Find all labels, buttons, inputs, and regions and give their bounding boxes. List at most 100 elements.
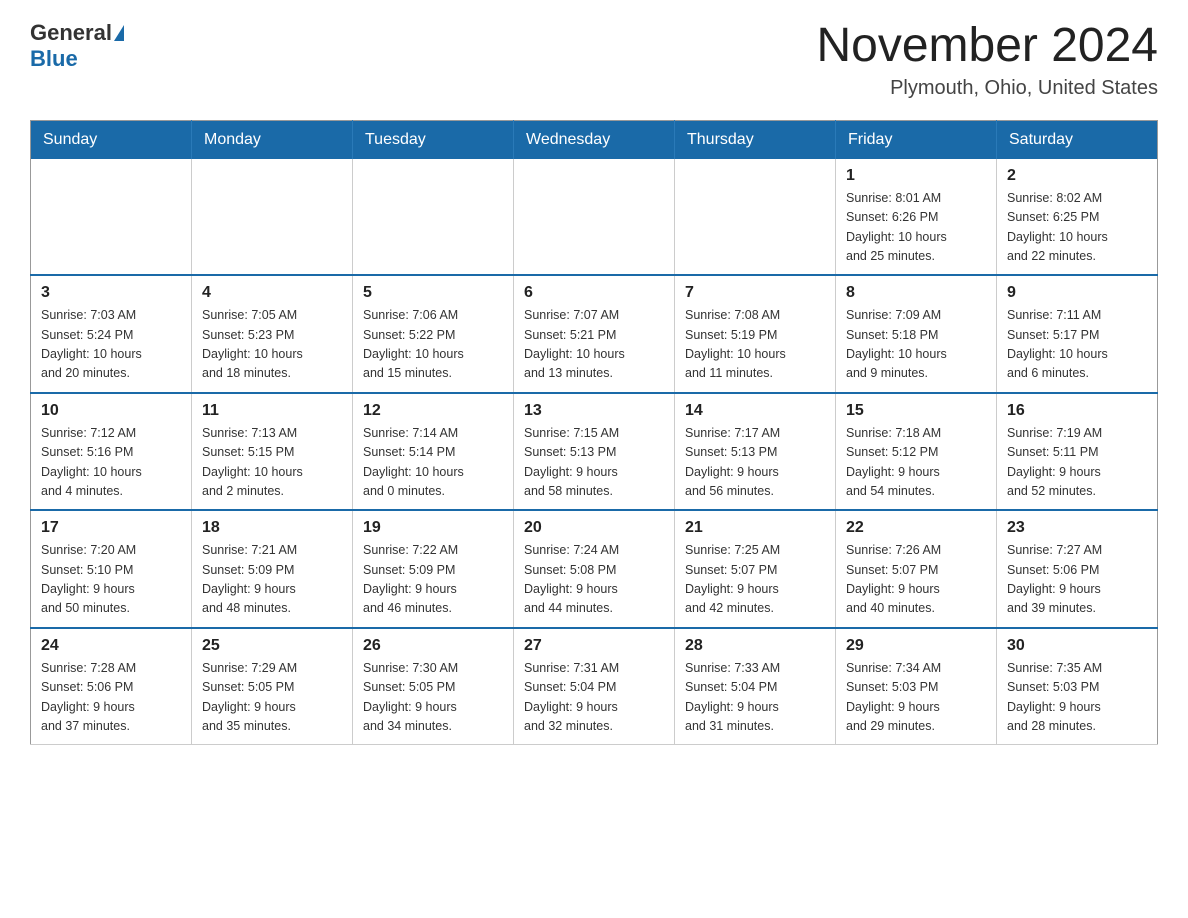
day-info: Sunrise: 8:01 AM Sunset: 6:26 PM Dayligh… (846, 189, 986, 267)
day-number: 1 (846, 167, 986, 185)
logo: General Blue (30, 20, 125, 72)
day-number: 23 (1007, 519, 1147, 537)
calendar-cell: 8 Sunrise: 7:09 AM Sunset: 5:18 PM Daylig… (836, 275, 997, 393)
day-number: 2 (1007, 167, 1147, 185)
weekday-header-monday: Monday (192, 120, 353, 159)
weekday-header-thursday: Thursday (675, 120, 836, 159)
calendar-cell: 24Sunrise: 7:28 AM Sunset: 5:06 PM Dayli… (31, 628, 192, 745)
calendar-cell: 9Sunrise: 7:11 AM Sunset: 5:17 PM Daylig… (997, 275, 1158, 393)
weekday-header-wednesday: Wednesday (514, 120, 675, 159)
calendar-week-row: 3 Sunrise: 7:03 AM Sunset: 5:24 PM Daylig… (31, 275, 1158, 393)
day-info: Sunrise: 7:13 AM Sunset: 5:15 PM Dayligh… (202, 424, 342, 502)
day-info: Sunrise: 7:03 AM Sunset: 5:24 PM Dayligh… (41, 306, 181, 384)
calendar-cell: 6 Sunrise: 7:07 AM Sunset: 5:21 PM Daylig… (514, 275, 675, 393)
day-info: Sunrise: 7:25 AM Sunset: 5:07 PM Dayligh… (685, 541, 825, 619)
calendar-cell: 13 Sunrise: 7:15 AM Sunset: 5:13 PM Dayli… (514, 393, 675, 511)
day-info: Sunrise: 7:31 AM Sunset: 5:04 PM Dayligh… (524, 659, 664, 737)
day-number: 3 (41, 284, 181, 302)
calendar-cell: 16 Sunrise: 7:19 AM Sunset: 5:11 PM Dayli… (997, 393, 1158, 511)
calendar-cell: 23 Sunrise: 7:27 AM Sunset: 5:06 PM Dayli… (997, 510, 1158, 628)
day-number: 12 (363, 402, 503, 420)
day-number: 26 (363, 637, 503, 655)
day-info: Sunrise: 7:22 AM Sunset: 5:09 PM Dayligh… (363, 541, 503, 619)
calendar-cell: 1 Sunrise: 8:01 AM Sunset: 6:26 PM Daylig… (836, 159, 997, 276)
calendar-cell (675, 159, 836, 276)
calendar-cell: 27 Sunrise: 7:31 AM Sunset: 5:04 PM Dayli… (514, 628, 675, 745)
weekday-header-tuesday: Tuesday (353, 120, 514, 159)
day-number: 15 (846, 402, 986, 420)
day-info: Sunrise: 7:21 AM Sunset: 5:09 PM Dayligh… (202, 541, 342, 619)
calendar-cell: 12Sunrise: 7:14 AM Sunset: 5:14 PM Dayli… (353, 393, 514, 511)
day-info: Sunrise: 8:02 AM Sunset: 6:25 PM Dayligh… (1007, 189, 1147, 267)
title-area: November 2024 Plymouth, Ohio, United Sta… (816, 20, 1158, 100)
day-info: Sunrise: 7:27 AM Sunset: 5:06 PM Dayligh… (1007, 541, 1147, 619)
day-info: Sunrise: 7:09 AM Sunset: 5:18 PM Dayligh… (846, 306, 986, 384)
calendar-cell: 30 Sunrise: 7:35 AM Sunset: 5:03 PM Dayli… (997, 628, 1158, 745)
weekday-header-sunday: Sunday (31, 120, 192, 159)
weekday-header-row: SundayMondayTuesdayWednesdayThursdayFrid… (31, 120, 1158, 159)
day-number: 29 (846, 637, 986, 655)
calendar-week-row: 1 Sunrise: 8:01 AM Sunset: 6:26 PM Daylig… (31, 159, 1158, 276)
calendar-cell: 26Sunrise: 7:30 AM Sunset: 5:05 PM Dayli… (353, 628, 514, 745)
day-info: Sunrise: 7:17 AM Sunset: 5:13 PM Dayligh… (685, 424, 825, 502)
calendar-cell: 2 Sunrise: 8:02 AM Sunset: 6:25 PM Daylig… (997, 159, 1158, 276)
calendar-week-row: 24Sunrise: 7:28 AM Sunset: 5:06 PM Dayli… (31, 628, 1158, 745)
calendar-cell: 22Sunrise: 7:26 AM Sunset: 5:07 PM Dayli… (836, 510, 997, 628)
calendar-cell: 10 Sunrise: 7:12 AM Sunset: 5:16 PM Dayli… (31, 393, 192, 511)
calendar-cell (192, 159, 353, 276)
calendar-week-row: 17Sunrise: 7:20 AM Sunset: 5:10 PM Dayli… (31, 510, 1158, 628)
calendar-cell: 20Sunrise: 7:24 AM Sunset: 5:08 PM Dayli… (514, 510, 675, 628)
day-number: 13 (524, 402, 664, 420)
day-info: Sunrise: 7:24 AM Sunset: 5:08 PM Dayligh… (524, 541, 664, 619)
calendar-cell (514, 159, 675, 276)
month-title: November 2024 (816, 20, 1158, 73)
day-number: 7 (685, 284, 825, 302)
day-info: Sunrise: 7:28 AM Sunset: 5:06 PM Dayligh… (41, 659, 181, 737)
logo-arrow-icon (114, 25, 124, 41)
day-number: 11 (202, 402, 342, 420)
day-number: 14 (685, 402, 825, 420)
day-number: 16 (1007, 402, 1147, 420)
day-info: Sunrise: 7:15 AM Sunset: 5:13 PM Dayligh… (524, 424, 664, 502)
day-info: Sunrise: 7:12 AM Sunset: 5:16 PM Dayligh… (41, 424, 181, 502)
day-number: 19 (363, 519, 503, 537)
calendar-cell: 29 Sunrise: 7:34 AM Sunset: 5:03 PM Dayli… (836, 628, 997, 745)
day-number: 8 (846, 284, 986, 302)
calendar-cell: 15Sunrise: 7:18 AM Sunset: 5:12 PM Dayli… (836, 393, 997, 511)
day-info: Sunrise: 7:07 AM Sunset: 5:21 PM Dayligh… (524, 306, 664, 384)
calendar-week-row: 10 Sunrise: 7:12 AM Sunset: 5:16 PM Dayli… (31, 393, 1158, 511)
day-number: 30 (1007, 637, 1147, 655)
calendar-cell: 18Sunrise: 7:21 AM Sunset: 5:09 PM Dayli… (192, 510, 353, 628)
logo-text: General (30, 20, 125, 46)
calendar-cell: 5Sunrise: 7:06 AM Sunset: 5:22 PM Daylig… (353, 275, 514, 393)
calendar-cell: 28Sunrise: 7:33 AM Sunset: 5:04 PM Dayli… (675, 628, 836, 745)
calendar-table: SundayMondayTuesdayWednesdayThursdayFrid… (30, 120, 1158, 746)
calendar-cell: 19 Sunrise: 7:22 AM Sunset: 5:09 PM Dayli… (353, 510, 514, 628)
day-number: 4 (202, 284, 342, 302)
day-info: Sunrise: 7:08 AM Sunset: 5:19 PM Dayligh… (685, 306, 825, 384)
day-number: 22 (846, 519, 986, 537)
day-number: 27 (524, 637, 664, 655)
calendar-cell: 17Sunrise: 7:20 AM Sunset: 5:10 PM Dayli… (31, 510, 192, 628)
calendar-cell (353, 159, 514, 276)
day-info: Sunrise: 7:20 AM Sunset: 5:10 PM Dayligh… (41, 541, 181, 619)
logo-blue-text: Blue (30, 46, 78, 72)
weekday-header-saturday: Saturday (997, 120, 1158, 159)
day-info: Sunrise: 7:05 AM Sunset: 5:23 PM Dayligh… (202, 306, 342, 384)
day-number: 25 (202, 637, 342, 655)
day-info: Sunrise: 7:06 AM Sunset: 5:22 PM Dayligh… (363, 306, 503, 384)
calendar-cell: 25Sunrise: 7:29 AM Sunset: 5:05 PM Dayli… (192, 628, 353, 745)
calendar-cell: 7 Sunrise: 7:08 AM Sunset: 5:19 PM Daylig… (675, 275, 836, 393)
day-number: 10 (41, 402, 181, 420)
logo-general-text: General (30, 20, 112, 46)
calendar-cell: 21 Sunrise: 7:25 AM Sunset: 5:07 PM Dayli… (675, 510, 836, 628)
day-number: 21 (685, 519, 825, 537)
location-title: Plymouth, Ohio, United States (816, 77, 1158, 100)
day-info: Sunrise: 7:34 AM Sunset: 5:03 PM Dayligh… (846, 659, 986, 737)
day-number: 9 (1007, 284, 1147, 302)
day-number: 6 (524, 284, 664, 302)
day-info: Sunrise: 7:35 AM Sunset: 5:03 PM Dayligh… (1007, 659, 1147, 737)
day-info: Sunrise: 7:19 AM Sunset: 5:11 PM Dayligh… (1007, 424, 1147, 502)
page-header: General Blue November 2024 Plymouth, Ohi… (30, 20, 1158, 100)
day-number: 28 (685, 637, 825, 655)
